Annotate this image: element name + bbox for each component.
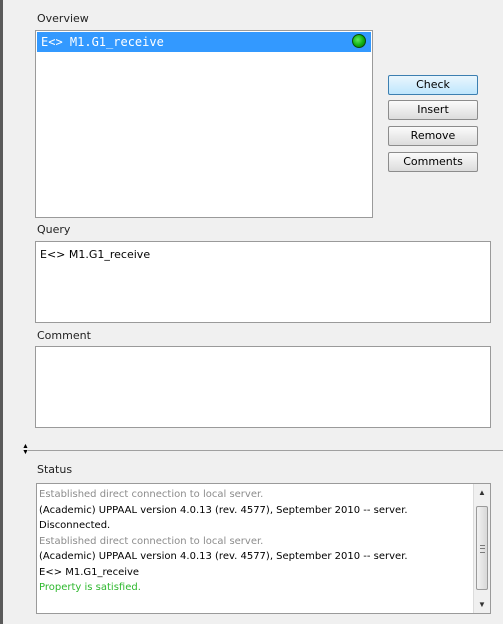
status-line: E<> M1.G1_receive (39, 566, 140, 578)
status-line: Established direct connection to local s… (39, 535, 264, 547)
overview-label: Overview (37, 12, 89, 25)
status-line: Disconnected. (39, 520, 111, 531)
green-circle-icon (352, 34, 366, 48)
overview-list-item[interactable]: E<> M1.G1_receive (37, 32, 371, 52)
overview-item-text: E<> M1.G1_receive (41, 35, 164, 49)
triangle-up-icon[interactable]: ▲ (474, 484, 490, 501)
remove-button[interactable]: Remove (388, 126, 478, 146)
check-button[interactable]: Check (388, 75, 478, 95)
status-line: (Academic) UPPAAL version 4.0.13 (rev. 4… (39, 504, 408, 516)
status-log-lines: Established direct connection to local s… (39, 487, 471, 596)
scrollbar-thumb[interactable] (476, 506, 488, 590)
overview-list[interactable]: E<> M1.G1_receive (35, 30, 373, 218)
status-log[interactable]: Established direct connection to local s… (36, 483, 491, 614)
grip-icon (480, 545, 485, 553)
status-line: Established direct connection to local s… (39, 489, 264, 500)
insert-button[interactable]: Insert (388, 100, 478, 120)
status-label: Status (37, 463, 73, 476)
status-scrollbar[interactable]: ▲ ▼ (473, 484, 490, 613)
comment-field[interactable] (35, 346, 491, 428)
status-line-success: Property is satisfied. (39, 582, 141, 593)
status-line: (Academic) UPPAAL version 4.0.13 (rev. 4… (39, 551, 408, 562)
comments-button[interactable]: Comments (388, 152, 478, 172)
query-label: Query (37, 223, 71, 236)
query-field-value: E<> M1.G1_receive (40, 248, 151, 261)
window-left-border (0, 0, 3, 624)
query-field[interactable]: E<> M1.G1_receive (35, 241, 491, 323)
comment-label: Comment (37, 329, 91, 342)
splitter-divider[interactable] (28, 450, 503, 451)
triangle-down-icon[interactable]: ▼ (474, 596, 490, 613)
